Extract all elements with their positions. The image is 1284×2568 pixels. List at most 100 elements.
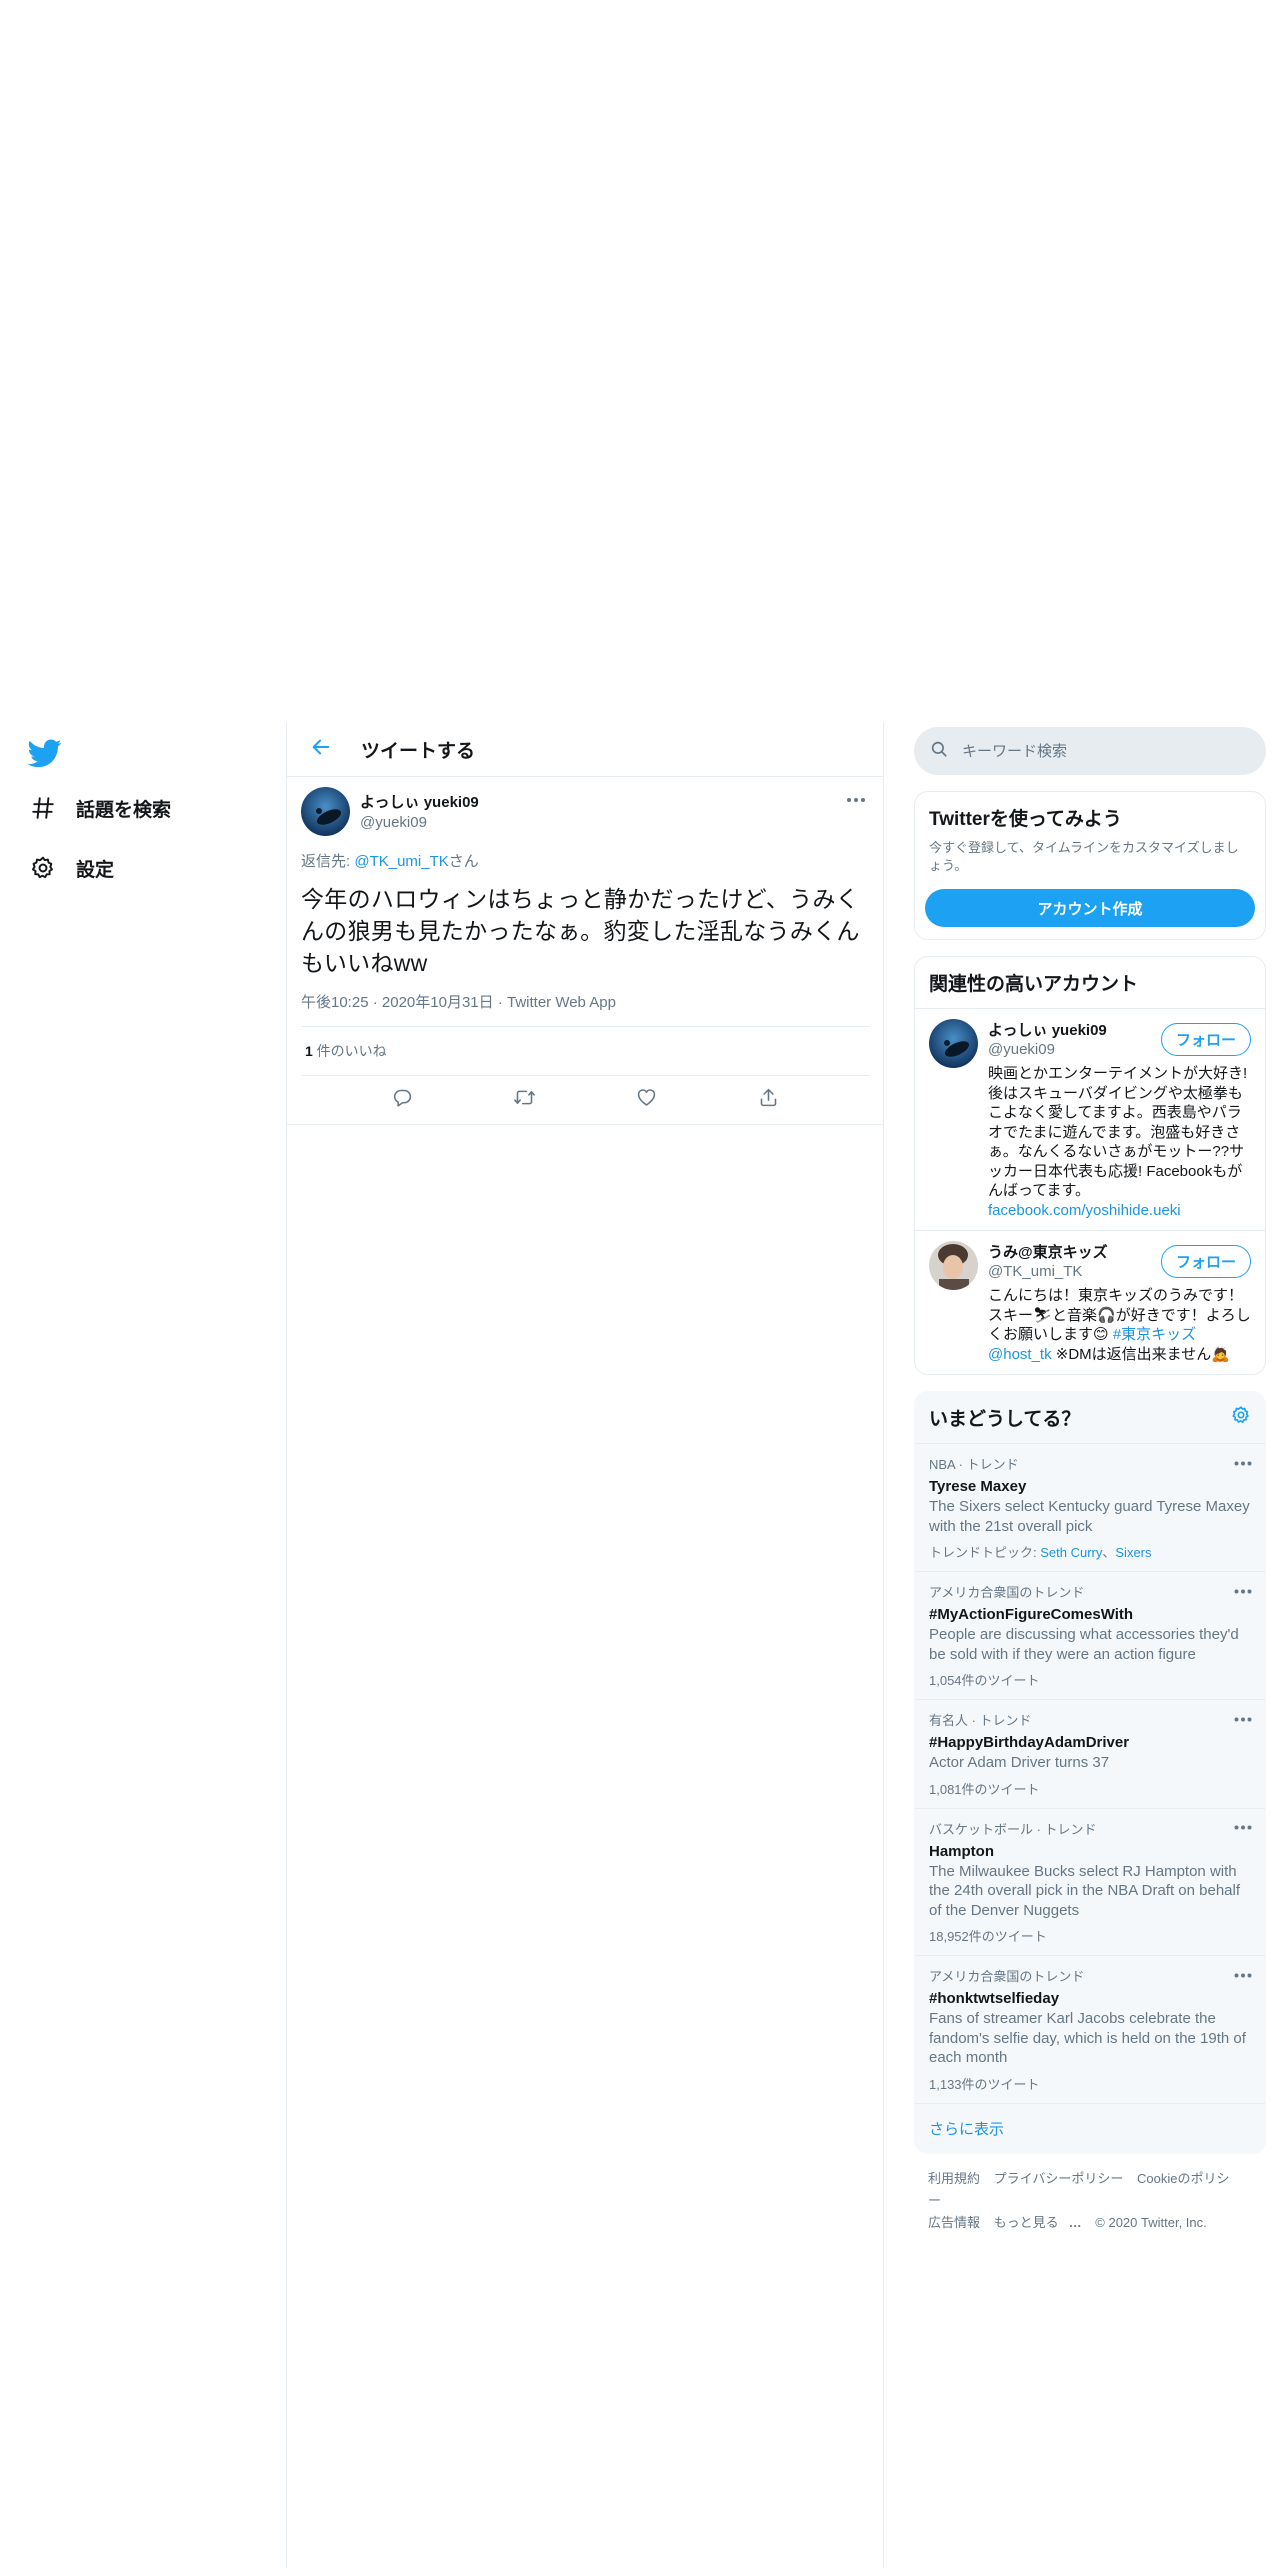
trend-tweet-count: 18,952件のツイート	[929, 1929, 1047, 1944]
avatar[interactable]	[929, 1019, 978, 1068]
tweet-actions	[301, 1076, 869, 1124]
tweet-stats[interactable]: 1 件のいいね	[301, 1027, 869, 1076]
signup-description: 今すぐ登録して、タイムラインをカスタマイズしましょう。	[929, 840, 1239, 873]
like-count: 1	[305, 1043, 313, 1059]
trend-item[interactable]: バスケットボール · トレンド Hampton The Milwaukee Bu…	[915, 1809, 1265, 1956]
trend-context: アメリカ合衆国のトレンド	[929, 1969, 1085, 1984]
account-bio-mention[interactable]: @host_tk	[988, 1346, 1052, 1363]
author-name[interactable]: よっしぃ yueki09	[360, 791, 479, 812]
tweet-author-info: よっしぃ yueki09 @yueki09	[360, 787, 479, 836]
footer-link-ads[interactable]: 広告情報	[928, 2215, 980, 2230]
account-bio-text: 映画とかエンターテイメントが大好き!後はスキューバダイビングや太極拳もこよなく愛…	[988, 1065, 1248, 1199]
account-bio-text: ※DMは返信出来ません🙇	[1051, 1345, 1230, 1363]
trend-description: Actor Adam Driver turns 37	[929, 1754, 1110, 1771]
nav-settings[interactable]: 設定	[28, 846, 114, 890]
more-horizontal-icon[interactable]	[1231, 1582, 1255, 1600]
twitter-logo-icon[interactable]	[27, 736, 62, 770]
trend-item[interactable]: NBA · トレンド Tyrese Maxey The Sixers selec…	[915, 1444, 1265, 1572]
create-account-button[interactable]: アカウント作成	[925, 889, 1255, 927]
footer-link-privacy[interactable]: プライバシーポリシー	[994, 2171, 1124, 2186]
tweet-meta: 午後10:25 · 2020年10月31日 · Twitter Web App	[301, 991, 869, 1027]
footer-link-more-label: もっと見る	[993, 2214, 1059, 2230]
trend-description: People are discussing what accessories t…	[929, 1626, 1239, 1663]
author-handle[interactable]: @yueki09	[360, 814, 479, 831]
trend-name: #HappyBirthdayAdamDriver	[929, 1734, 1130, 1751]
back-button[interactable]	[301, 729, 341, 769]
more-options-button[interactable]	[843, 789, 869, 809]
retweet-icon	[513, 1087, 536, 1113]
tweet-text: 今年のハロウィンはちょっと静かだったけど、うみくんの狼男も見たかったなぁ。豹変し…	[301, 886, 860, 976]
main-column: ツイートする よっしぃ yueki09 @yueki09 返信先: @TK_um…	[286, 722, 884, 2568]
share-button[interactable]	[749, 1081, 787, 1119]
tweet-date[interactable]: 2020年10月31日	[382, 994, 494, 1011]
divider	[287, 1124, 883, 1125]
main-header: ツイートする	[287, 722, 883, 777]
trend-description: Fans of streamer Karl Jacobs celebrate t…	[929, 2010, 1246, 2066]
account-item[interactable]: よっしぃ yueki09 @yueki09 映画とかエンターテイメントが大好き!…	[915, 1008, 1265, 1230]
account-bio: 映画とかエンターテイメントが大好き!後はスキューバダイビングや太極拳もこよなく愛…	[988, 1064, 1251, 1220]
trend-item[interactable]: 有名人 · トレンド #HappyBirthdayAdamDriver Acto…	[915, 1700, 1265, 1809]
more-horizontal-icon[interactable]	[1231, 1710, 1255, 1728]
related-accounts-title: 関連性の高いアカウント	[929, 974, 1139, 995]
trends-title: いまどうしてる？	[929, 1409, 1081, 1430]
nav-explore-label: 話題を検索	[76, 799, 172, 821]
reply-to-prefix: 返信先:	[301, 853, 355, 870]
avatar[interactable]	[301, 787, 350, 836]
heart-icon	[636, 1087, 657, 1113]
nav-explore[interactable]: 話題を検索	[28, 786, 171, 830]
footer: 利用規約 プライバシーポリシー Cookieのポリシー 広告情報 もっと見る… …	[914, 2154, 1266, 2248]
trend-topics-label: トレンドトピック:	[929, 1545, 1041, 1560]
trend-description: The Sixers select Kentucky guard Tyrese …	[929, 1498, 1250, 1535]
trends-card: いまどうしてる？ NBA · トレンド Tyrese Maxey The Six…	[914, 1391, 1266, 2154]
footer-link-terms[interactable]: 利用規約	[928, 2171, 980, 2186]
show-more-link[interactable]: さらに表示	[915, 2104, 1265, 2153]
tweet-source[interactable]: Twitter Web App	[507, 994, 616, 1011]
more-horizontal-icon[interactable]	[1231, 1454, 1255, 1472]
page-title: ツイートする	[361, 740, 476, 762]
reply-to-suffix: さん	[448, 853, 479, 870]
trend-item[interactable]: アメリカ合衆国のトレンド #honktwtselfieday Fans of s…	[915, 1956, 1265, 2104]
tweet-time[interactable]: 午後10:25	[301, 994, 369, 1011]
search-input[interactable]	[962, 742, 1242, 760]
trend-tweet-count: 1,133件のツイート	[929, 2076, 1040, 2092]
trend-name: Hampton	[929, 1842, 994, 1860]
account-bio-hashtag[interactable]: #東京キッズ	[1113, 1326, 1196, 1343]
tweet: よっしぃ yueki09 @yueki09 返信先: @TK_umi_TKさん …	[287, 777, 883, 1125]
search-bar[interactable]	[914, 727, 1266, 775]
reply-to-line: 返信先: @TK_umi_TKさん	[301, 850, 869, 871]
retweet-button[interactable]	[505, 1081, 543, 1119]
more-horizontal-icon[interactable]	[1231, 1966, 1255, 1984]
arrow-left-icon	[310, 736, 332, 763]
trend-topic-link[interactable]: Sixers	[1115, 1545, 1151, 1560]
reply-to-mention[interactable]: @TK_umi_TK	[354, 853, 448, 870]
meta-separator: ·	[497, 994, 507, 1011]
signup-title: Twitterを使ってみよう	[929, 809, 1122, 830]
reply-button[interactable]	[383, 1081, 421, 1119]
like-count-label: 件のいいね	[312, 1043, 387, 1059]
follow-button[interactable]: フォロー	[1160, 1023, 1251, 1056]
like-button[interactable]	[627, 1081, 665, 1119]
account-bio: こんにちは！東京キッズのうみです！スキー⛷と音楽🎧が好きです！よろしくお願いしま…	[988, 1286, 1251, 1364]
trend-item[interactable]: アメリカ合衆国のトレンド #MyActionFigureComesWith Pe…	[915, 1572, 1265, 1700]
trend-name: #honktwtselfieday	[929, 1990, 1060, 2007]
meta-separator: ·	[372, 994, 382, 1011]
more-horizontal-icon[interactable]	[1231, 1819, 1255, 1837]
trend-tweet-count: 1,081件のツイート	[929, 1781, 1040, 1797]
trend-description: The Milwaukee Bucks select RJ Hampton wi…	[929, 1862, 1241, 1919]
hashtag-icon	[28, 793, 58, 823]
trend-context: アメリカ合衆国のトレンド	[929, 1585, 1085, 1600]
copyright: © 2020 Twitter, Inc.	[1095, 2214, 1207, 2230]
signup-card: Twitterを使ってみよう 今すぐ登録して、タイムラインをカスタマイズしましょ…	[914, 791, 1266, 940]
footer-link-more[interactable]: もっと見る…	[994, 2215, 1082, 2230]
trend-name: Tyrese Maxey	[929, 1478, 1027, 1495]
trend-topic-link[interactable]: Seth Curry	[1040, 1545, 1102, 1560]
avatar[interactable]	[929, 1241, 978, 1290]
nav-settings-label: 設定	[76, 859, 115, 881]
follow-button[interactable]: フォロー	[1160, 1245, 1251, 1278]
account-bio-link[interactable]: facebook.com/yoshihide.ueki	[988, 1202, 1181, 1219]
tweet-author-row: よっしぃ yueki09 @yueki09	[301, 787, 869, 836]
account-item[interactable]: うみ@東京キッズ @TK_umi_TK こんにちは！東京キッズのうみです！スキー…	[915, 1230, 1265, 1374]
gear-icon[interactable]	[1231, 1405, 1251, 1430]
trend-topic-separator: 、	[1102, 1545, 1116, 1560]
trend-topics: トレンドトピック: Seth Curry、Sixers	[929, 1542, 1251, 1561]
